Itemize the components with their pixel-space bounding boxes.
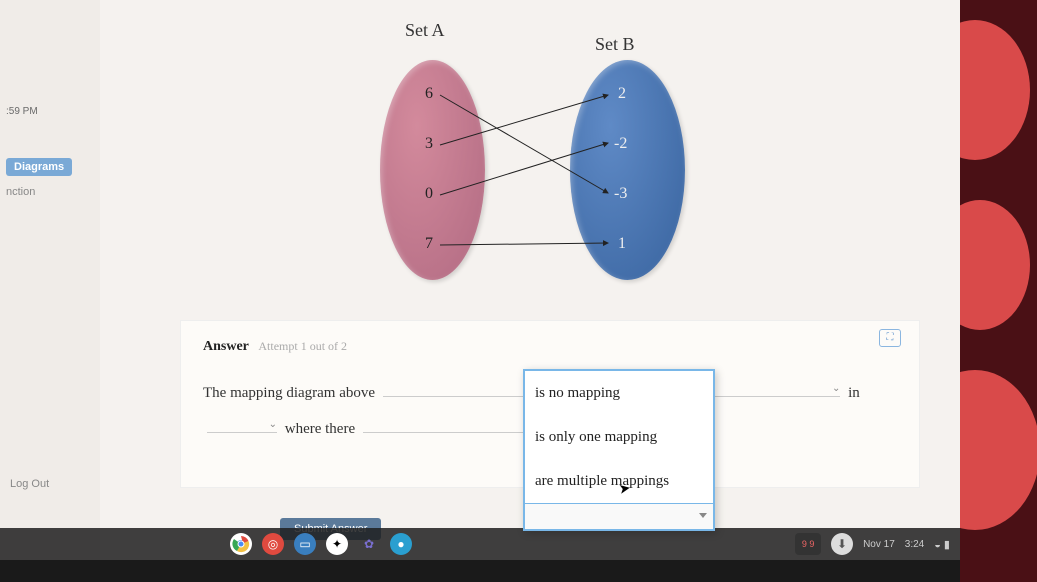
set-a-label: Set A xyxy=(405,20,445,41)
app-icon[interactable]: ● xyxy=(390,533,412,555)
answer-sentence: The mapping diagram above n since ⌄ in ⌄… xyxy=(203,375,897,447)
status-icon[interactable]: ⬇ xyxy=(831,533,853,555)
chevron-down-icon: ⌄ xyxy=(832,377,840,401)
dropdown-slot-3[interactable]: ⌄ xyxy=(207,413,277,433)
set-a-value: 3 xyxy=(425,135,433,153)
dropdown-menu-open: is no mapping is only one mapping are mu… xyxy=(523,369,715,531)
set-b-value: -2 xyxy=(614,135,627,153)
teams-icon[interactable]: ✿ xyxy=(358,533,380,555)
answer-panel: ⛶ Answer Attempt 1 out of 2 The mapping … xyxy=(180,320,920,488)
set-a-value: 6 xyxy=(425,85,433,103)
taskbar: ◎ ▭ ✦ ✿ ● 9 9 ⬇ Nov 17 3:24 ◒ ▮ xyxy=(0,528,960,560)
set-b-value: 1 xyxy=(618,235,626,253)
sentence-text: in xyxy=(848,385,860,401)
dropdown-option[interactable]: is no mapping xyxy=(525,371,713,415)
sidebar: :59 PM Diagrams nction Log Out xyxy=(0,0,100,560)
taskbar-date: Nov 17 xyxy=(863,539,895,550)
dropdown-input-row[interactable] xyxy=(525,503,713,529)
logout-link[interactable]: Log Out xyxy=(10,478,49,490)
set-b-label: Set B xyxy=(595,34,635,55)
messages-icon[interactable]: ▭ xyxy=(294,533,316,555)
sidebar-tab-diagrams[interactable]: Diagrams xyxy=(6,158,72,176)
expand-icon[interactable]: ⛶ xyxy=(879,329,901,347)
dropdown-slot-4[interactable]: ⌄ xyxy=(363,413,543,433)
chevron-down-icon: ⌄ xyxy=(269,413,277,437)
answer-title: Answer xyxy=(203,339,249,354)
sidebar-link-function[interactable]: nction xyxy=(6,186,94,198)
dropdown-option[interactable]: is only one mapping xyxy=(525,415,713,459)
wifi-icon[interactable]: ◒ ▮ xyxy=(934,538,950,551)
chrome-icon[interactable] xyxy=(230,533,252,555)
set-b-value: -3 xyxy=(614,185,627,203)
app-screen: :59 PM Diagrams nction Log Out Set A Set… xyxy=(0,0,960,560)
background-curtain xyxy=(960,0,1037,582)
taskbar-time: 3:24 xyxy=(905,539,924,550)
app-icon[interactable]: ◎ xyxy=(262,533,284,555)
main-content: Set A Set B 6 3 0 7 2 -2 -3 1 xyxy=(100,0,960,560)
set-a-value: 0 xyxy=(425,185,433,203)
app-icon[interactable]: ✦ xyxy=(326,533,348,555)
notification-badge[interactable]: 9 9 xyxy=(795,533,821,555)
dropdown-slot-2[interactable]: ⌄ xyxy=(700,377,840,397)
dropdown-slot-1[interactable] xyxy=(383,377,523,397)
mapping-arrows xyxy=(150,0,910,310)
sentence-text: where there xyxy=(285,421,355,437)
mapping-diagram: Set A Set B 6 3 0 7 2 -2 -3 1 xyxy=(150,0,910,310)
due-time: :59 PM xyxy=(6,106,94,117)
sentence-text: The mapping diagram above xyxy=(203,385,375,401)
set-a-value: 7 xyxy=(425,235,433,253)
answer-header: Answer Attempt 1 out of 2 xyxy=(203,339,897,355)
set-b-value: 2 xyxy=(618,85,626,103)
set-b-oval xyxy=(570,60,685,280)
attempt-count: Attempt 1 out of 2 xyxy=(258,339,347,353)
